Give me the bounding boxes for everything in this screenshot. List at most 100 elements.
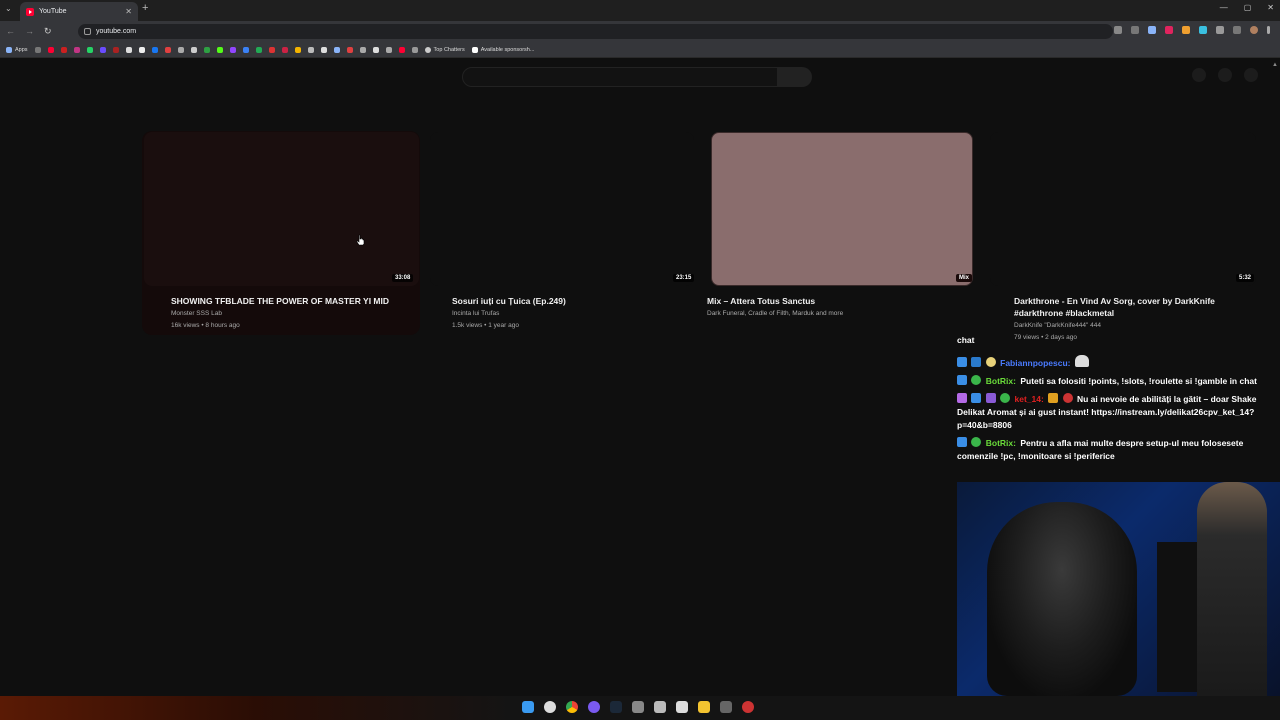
bookmark-grid-icon[interactable]: [34, 46, 41, 53]
video-title[interactable]: Mix – Attera Totus Sanctus: [707, 296, 815, 306]
bookmark-circle-icon[interactable]: [307, 46, 314, 53]
sidebar-icon[interactable]: [1233, 26, 1241, 34]
bookmark-doc-icon[interactable]: [372, 46, 379, 53]
back-arrow-icon[interactable]: ←: [6, 26, 15, 37]
video-title[interactable]: Darkthrone - En Vind Av Sorg, cover by D…: [1014, 296, 1215, 306]
video-thumbnail[interactable]: [711, 132, 973, 286]
windows-start-icon[interactable]: [522, 701, 534, 713]
bookmark-grid2-icon[interactable]: [320, 46, 327, 53]
extension-orange-icon[interactable]: [1182, 26, 1190, 34]
cast-icon[interactable]: [1131, 26, 1139, 34]
bookmark-paint-icon[interactable]: [359, 46, 366, 53]
account-avatar[interactable]: [1244, 68, 1258, 82]
bookmark-link-icon[interactable]: [333, 46, 340, 53]
steam-icon[interactable]: [610, 701, 622, 713]
video-title[interactable]: SHOWING TFBLADE THE POWER OF MASTER YI M…: [171, 296, 389, 306]
chat-username: Fabiannpopescu:: [1000, 358, 1071, 368]
hand-cursor-icon: [356, 234, 365, 246]
bookmark-tool-icon[interactable]: [177, 46, 184, 53]
bookmark-whatsapp-icon[interactable]: [86, 46, 93, 53]
bookmark-star-icon[interactable]: [1148, 26, 1156, 34]
taskbar-app-icon[interactable]: [632, 701, 644, 713]
file-explorer-icon[interactable]: [698, 701, 710, 713]
maximize-button[interactable]: ▢: [1244, 3, 1252, 12]
channel-name[interactable]: DarkKnife "DarkKnife444" 444: [1014, 322, 1101, 329]
taskbar-search-icon[interactable]: [544, 701, 556, 713]
bookmark-red-icon[interactable]: [60, 46, 67, 53]
bookmark-extra-icon[interactable]: [411, 46, 418, 53]
fire-emote-icon: [1062, 393, 1073, 403]
forward-arrow-icon[interactable]: →: [25, 26, 34, 37]
search-button[interactable]: [778, 67, 812, 87]
bookmark-yt2-icon[interactable]: [398, 46, 405, 53]
chat-username: BotRix:: [985, 438, 1016, 448]
bookmark-green-icon[interactable]: [203, 46, 210, 53]
bookmark-square-icon[interactable]: [190, 46, 197, 53]
tab-youtube[interactable]: YouTube ✕: [20, 2, 138, 21]
bookmark-circle2-icon[interactable]: [346, 46, 353, 53]
zoom-icon[interactable]: [1114, 26, 1122, 34]
profile-avatar-icon[interactable]: [1250, 26, 1258, 34]
bookmark-yellow-icon[interactable]: [294, 46, 301, 53]
bookmark-pin-icon[interactable]: [268, 46, 275, 53]
chat-text: Puteti sa folositi !points, !slots, !rou…: [1020, 376, 1257, 386]
taskbar-app2-icon[interactable]: [654, 701, 666, 713]
reload-icon[interactable]: ↻: [44, 26, 52, 37]
discord-icon[interactable]: [588, 701, 600, 713]
bookmark-twitch-icon[interactable]: [229, 46, 236, 53]
video-thumbnail[interactable]: [144, 132, 419, 286]
scrollbar-up-arrow-icon[interactable]: ▲: [1272, 62, 1278, 68]
channel-name[interactable]: Monster SSS Lab: [171, 310, 222, 317]
verified-badge-icon: [971, 437, 982, 447]
chat-username: BotRix:: [985, 376, 1016, 386]
bookmark-x-icon[interactable]: [125, 46, 132, 53]
video-title-hashtags[interactable]: #darkthrone #blackmetal: [1014, 308, 1114, 318]
video-title[interactable]: Sosuri iuți cu Țuica (Ep.249): [452, 296, 566, 306]
bookmark-apps[interactable]: Apps: [6, 46, 28, 53]
apps-grid-icon: [6, 46, 12, 53]
taskbar-settings-icon[interactable]: [720, 701, 732, 713]
bookmark-facebook-icon[interactable]: [151, 46, 158, 53]
extension-blue-icon[interactable]: [1199, 26, 1207, 34]
bookmark-yt-studio-icon[interactable]: [281, 46, 288, 53]
duration-badge: 33:08: [392, 274, 414, 282]
bookmark-tiktok-icon[interactable]: [138, 46, 145, 53]
bookmark-available-sponsorship[interactable]: Available sponsorsh...: [471, 46, 534, 53]
bookmark-shield-icon[interactable]: [255, 46, 262, 53]
chat-message: Fabiannpopescu:: [957, 355, 1277, 370]
minimize-button[interactable]: —: [1220, 3, 1228, 12]
header-actions: [1192, 68, 1258, 82]
video-thumbnail[interactable]: [430, 132, 694, 286]
bookmark-dark-red-icon[interactable]: [112, 46, 119, 53]
close-window-button[interactable]: ✕: [1267, 3, 1274, 12]
menu-kebab-icon[interactable]: [1267, 26, 1270, 34]
grid-badge-icon: [971, 357, 982, 367]
search-input[interactable]: [462, 67, 778, 87]
channel-name[interactable]: Incinta lui Trufas: [452, 310, 499, 317]
bookmark-circle-red-icon[interactable]: [164, 46, 171, 53]
extension-red-icon[interactable]: [1165, 26, 1173, 34]
bookmark-gear-icon[interactable]: [385, 46, 392, 53]
taskbar-x-icon[interactable]: [676, 701, 688, 713]
bookmark-youtube-icon[interactable]: [47, 46, 54, 53]
tab-search-icon[interactable]: ⌄: [5, 4, 12, 13]
bookmark-kick-icon[interactable]: [216, 46, 223, 53]
create-icon[interactable]: [1192, 68, 1206, 82]
bookmark-instagram-icon[interactable]: [73, 46, 80, 53]
extensions-puzzle-icon[interactable]: [1216, 26, 1224, 34]
notifications-icon[interactable]: [1218, 68, 1232, 82]
chrome-icon[interactable]: [566, 701, 578, 713]
bookmark-top-chatters[interactable]: Top Chatters: [424, 46, 465, 53]
address-bar[interactable]: youtube.com: [78, 24, 1113, 39]
sword-badge-icon: [957, 437, 967, 447]
obs-icon[interactable]: [742, 701, 754, 713]
browser-toolbar: ← → ↻ youtube.com: [0, 21, 1280, 42]
video-thumbnail[interactable]: [990, 132, 1256, 286]
webcam-overlay: [957, 482, 1280, 696]
site-info-icon[interactable]: [84, 28, 91, 35]
video-stats: 16k views • 8 hours ago: [171, 322, 240, 329]
bookmark-blue-icon[interactable]: [242, 46, 249, 53]
new-tab-button[interactable]: +: [142, 2, 148, 14]
tab-close-icon[interactable]: ✕: [125, 7, 132, 16]
bookmark-purple-icon[interactable]: [99, 46, 106, 53]
